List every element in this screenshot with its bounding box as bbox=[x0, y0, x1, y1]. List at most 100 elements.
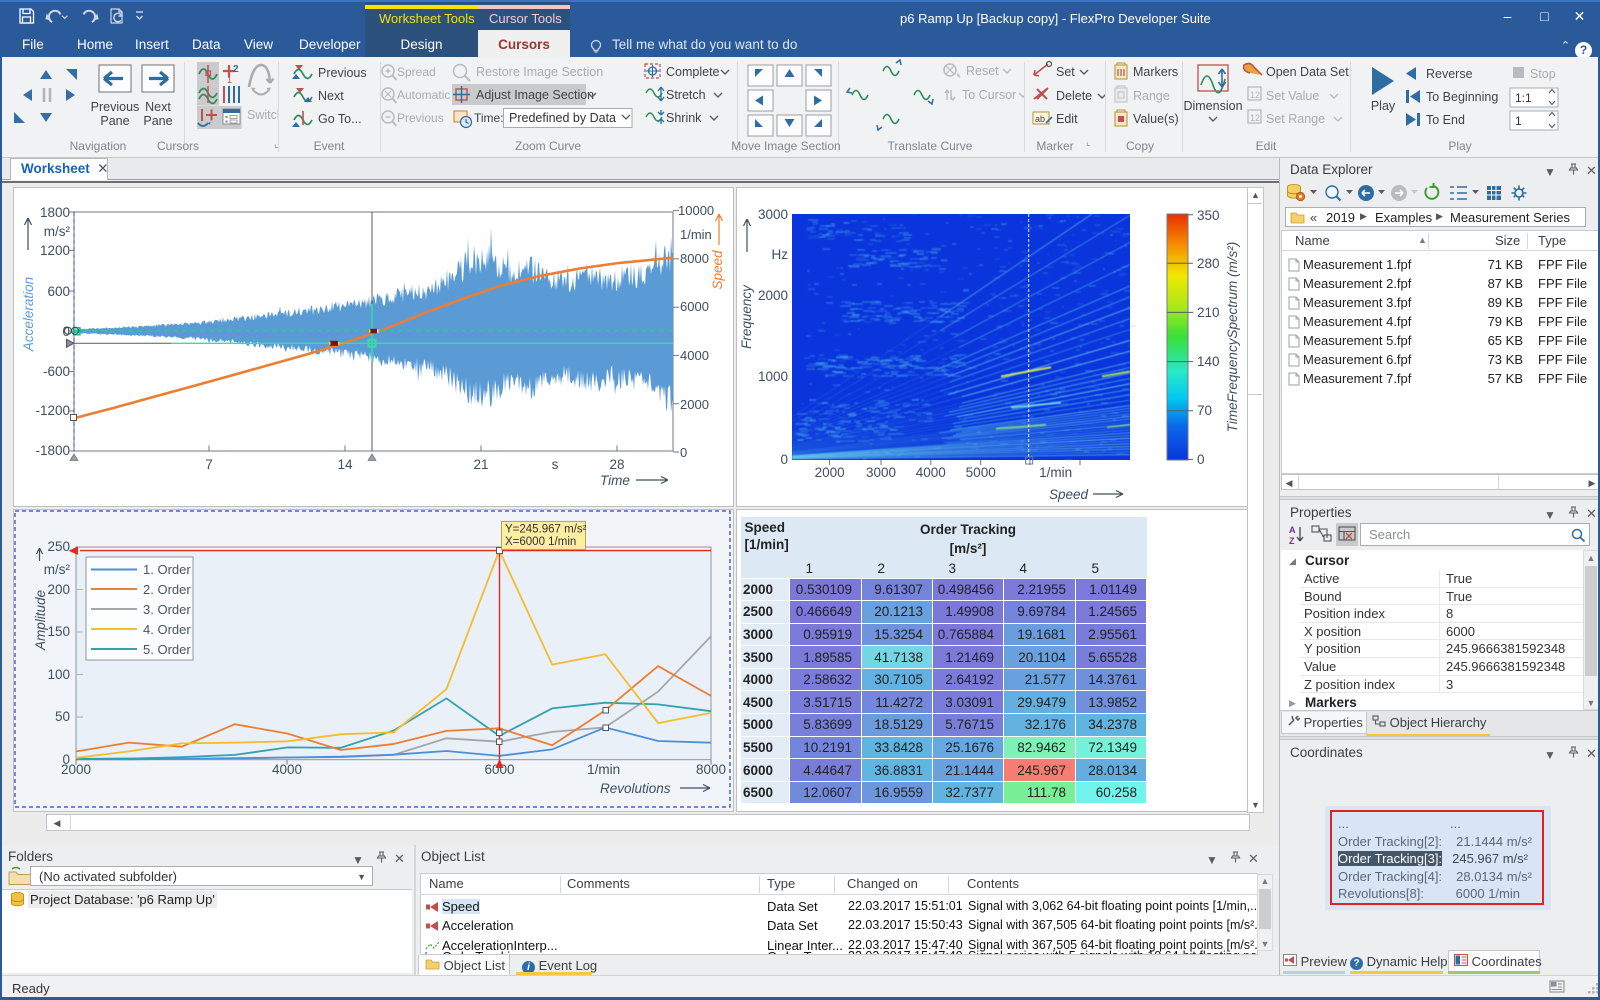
svg-text:Previous: Previous bbox=[91, 100, 140, 114]
svg-text:TimeFrequencySpectrum (m/s²): TimeFrequencySpectrum (m/s²) bbox=[1225, 242, 1240, 432]
svg-text:5000: 5000 bbox=[966, 465, 996, 480]
svg-text:Set: Set bbox=[1056, 65, 1075, 79]
svg-text:Frequency: Frequency bbox=[739, 284, 754, 349]
svg-text:Open Data Set: Open Data Set bbox=[1266, 65, 1349, 79]
svg-text:Z: Z bbox=[1289, 536, 1295, 546]
svg-text:4000: 4000 bbox=[680, 348, 709, 363]
svg-text:Delete: Delete bbox=[1056, 89, 1092, 103]
svg-text:2000: 2000 bbox=[815, 465, 845, 480]
svg-text:s: s bbox=[552, 457, 559, 472]
svg-text:3000: 3000 bbox=[758, 207, 788, 222]
svg-text:600: 600 bbox=[47, 284, 70, 299]
svg-text:-1800: -1800 bbox=[35, 443, 70, 458]
svg-text:A: A bbox=[1289, 525, 1296, 535]
svg-text:Go To...: Go To... bbox=[318, 112, 362, 126]
svg-text:Range: Range bbox=[1133, 89, 1170, 103]
svg-text:Shrink: Shrink bbox=[666, 111, 702, 125]
svg-text:1/min: 1/min bbox=[1039, 465, 1072, 480]
svg-text:Previous: Previous bbox=[318, 66, 367, 80]
svg-text:Pane: Pane bbox=[143, 114, 172, 128]
svg-text:2. Order: 2. Order bbox=[143, 582, 191, 597]
svg-text:50: 50 bbox=[55, 709, 70, 724]
svg-text:Spread: Spread bbox=[397, 65, 436, 79]
svg-text:Reset: Reset bbox=[966, 64, 999, 78]
svg-text:3. Order: 3. Order bbox=[143, 602, 191, 617]
svg-text:10000: 10000 bbox=[678, 203, 714, 218]
svg-text:12: 12 bbox=[1250, 113, 1260, 123]
svg-text:Speed: Speed bbox=[1049, 487, 1089, 502]
svg-text:100: 100 bbox=[47, 667, 70, 682]
svg-text:Edit: Edit bbox=[1056, 112, 1078, 126]
svg-text:140: 140 bbox=[1197, 354, 1220, 369]
svg-text:Amplitude: Amplitude bbox=[33, 590, 48, 651]
svg-text:Stretch: Stretch bbox=[666, 88, 706, 102]
svg-text:m/s²: m/s² bbox=[44, 224, 71, 239]
svg-text:Play: Play bbox=[1371, 99, 1396, 113]
svg-text:28: 28 bbox=[609, 457, 624, 472]
svg-text:350: 350 bbox=[1197, 208, 1220, 223]
svg-text:Restore Image Section: Restore Image Section bbox=[476, 65, 603, 79]
svg-text:Y=245.967 m/s²: Y=245.967 m/s² bbox=[505, 524, 587, 536]
svg-text:Automatic: Automatic bbox=[397, 88, 450, 102]
svg-text:X=6000 1/min: X=6000 1/min bbox=[505, 536, 576, 548]
svg-text:1/min: 1/min bbox=[587, 762, 620, 777]
svg-text:2000: 2000 bbox=[680, 397, 709, 412]
svg-text:Time:: Time: bbox=[474, 111, 504, 125]
svg-text:Time: Time bbox=[600, 473, 630, 488]
svg-text:-600: -600 bbox=[43, 364, 70, 379]
svg-text:Set Value: Set Value bbox=[1266, 89, 1319, 103]
svg-text:1000: 1000 bbox=[758, 369, 788, 384]
svg-text:1:1: 1:1 bbox=[1515, 91, 1532, 105]
svg-text:Set Range: Set Range bbox=[1266, 112, 1325, 126]
svg-text:-1200: -1200 bbox=[35, 403, 70, 418]
svg-text:Markers: Markers bbox=[1133, 65, 1178, 79]
svg-text:70: 70 bbox=[1197, 403, 1212, 418]
svg-text:150: 150 bbox=[47, 624, 70, 639]
svg-text:Complete: Complete bbox=[666, 65, 720, 79]
svg-text:8000: 8000 bbox=[680, 251, 709, 266]
svg-text:1. Order: 1. Order bbox=[143, 562, 191, 577]
svg-text:1: 1 bbox=[1515, 114, 1522, 128]
svg-text:Stop: Stop bbox=[1530, 67, 1556, 81]
svg-text:Hz: Hz bbox=[772, 247, 789, 262]
svg-text:ab: ab bbox=[1035, 114, 1045, 124]
svg-text:Reverse: Reverse bbox=[1426, 67, 1473, 81]
svg-text:21: 21 bbox=[473, 457, 488, 472]
svg-text:Value(s): Value(s) bbox=[1133, 112, 1179, 126]
svg-text:2000: 2000 bbox=[758, 288, 788, 303]
svg-text:Acceleration: Acceleration bbox=[21, 277, 36, 352]
svg-text:To End: To End bbox=[1426, 113, 1465, 127]
svg-text:1200: 1200 bbox=[40, 243, 70, 258]
svg-text:14: 14 bbox=[337, 457, 353, 472]
svg-text:7: 7 bbox=[205, 457, 213, 472]
svg-text:4. Order: 4. Order bbox=[143, 622, 191, 637]
svg-text:250: 250 bbox=[47, 539, 70, 554]
svg-text:6000: 6000 bbox=[680, 299, 709, 314]
svg-text:1800: 1800 bbox=[40, 205, 70, 220]
svg-text:Next: Next bbox=[318, 89, 344, 103]
svg-text:1: 1 bbox=[227, 75, 232, 85]
svg-text:Adjust Image Section: Adjust Image Section bbox=[476, 88, 594, 102]
svg-text:4000: 4000 bbox=[916, 465, 946, 480]
svg-text:m/s²: m/s² bbox=[44, 562, 71, 577]
svg-text:Revolutions: Revolutions bbox=[600, 781, 671, 796]
svg-text:12: 12 bbox=[1250, 90, 1260, 100]
svg-text:200: 200 bbox=[47, 582, 70, 597]
svg-text:Previous: Previous bbox=[397, 111, 444, 125]
svg-text:Switch: Switch bbox=[247, 108, 278, 122]
svg-text:280: 280 bbox=[1197, 256, 1220, 271]
svg-text:Pane: Pane bbox=[100, 114, 129, 128]
svg-text:1/min: 1/min bbox=[680, 227, 712, 242]
svg-text:0: 0 bbox=[680, 445, 687, 460]
svg-text:3000: 3000 bbox=[866, 465, 896, 480]
svg-text:To Beginning: To Beginning bbox=[1426, 90, 1498, 104]
svg-text:5. Order: 5. Order bbox=[143, 642, 191, 657]
svg-text:Dimension: Dimension bbox=[1183, 99, 1242, 113]
svg-text:210: 210 bbox=[1197, 305, 1220, 320]
svg-text:0: 0 bbox=[780, 452, 788, 467]
svg-text:Speed: Speed bbox=[710, 250, 725, 290]
svg-text:0: 0 bbox=[1197, 452, 1205, 467]
svg-text:Next: Next bbox=[145, 100, 171, 114]
svg-text:Predefined by Data: Predefined by Data bbox=[509, 111, 616, 125]
svg-text:2: 2 bbox=[233, 64, 239, 75]
